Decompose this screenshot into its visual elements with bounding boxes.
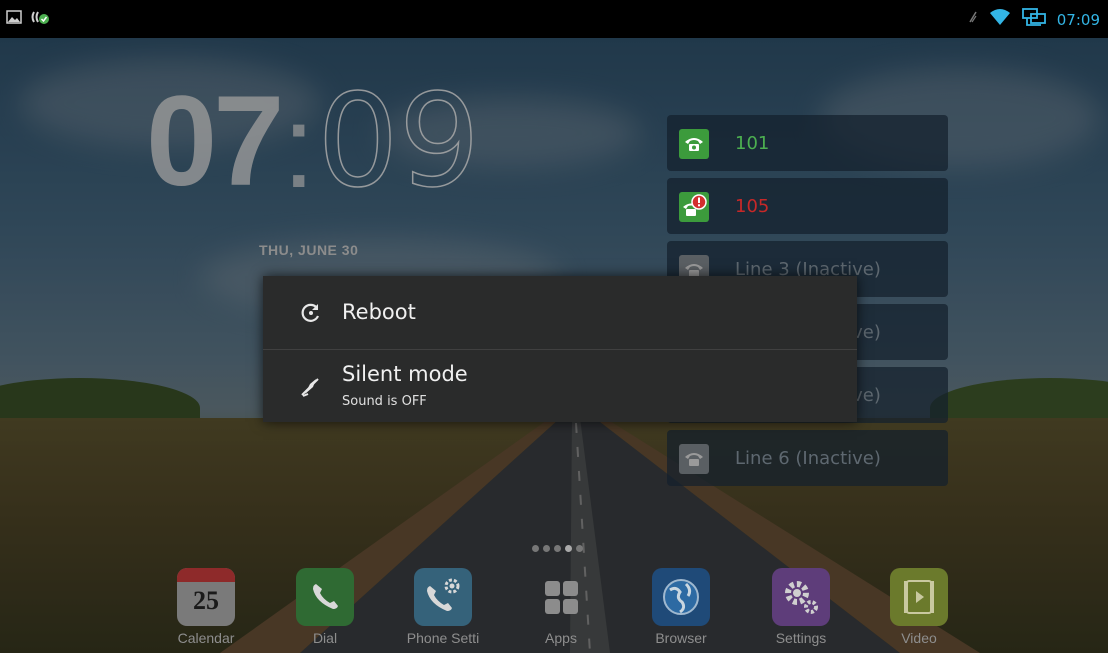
phone-line-error-icon [679, 192, 709, 222]
sound-off-icon [299, 374, 323, 398]
apps-grid-icon [532, 568, 590, 626]
calendar-icon: 25 [177, 568, 235, 626]
dock-app-browser[interactable]: Browser [631, 568, 731, 646]
reboot-label: Reboot [342, 300, 416, 324]
dock-app-calendar[interactable]: 25 Calendar [156, 568, 256, 646]
dock-app-video[interactable]: Video [869, 568, 969, 646]
line-item-2[interactable]: 105 [667, 178, 948, 234]
app-label: Phone Setti [406, 630, 480, 646]
app-label: Browser [655, 630, 707, 646]
page-dot[interactable] [532, 545, 539, 552]
phone-sync-icon[interactable] [30, 9, 50, 30]
app-label: Video [901, 630, 937, 646]
silent-mode-status: Sound is OFF [342, 394, 427, 409]
line-item-1[interactable]: 101 [667, 115, 948, 171]
page-indicator [532, 545, 583, 552]
gear-icon [772, 568, 830, 626]
line-item-6[interactable]: Line 6 (Inactive) [667, 430, 948, 486]
app-label: Apps [545, 630, 577, 646]
line-label: 101 [735, 133, 770, 154]
dock-app-apps[interactable]: Apps [511, 568, 611, 646]
wifi-icon [989, 8, 1011, 31]
page-dot[interactable] [543, 545, 550, 552]
clock-minutes: 09 [316, 67, 481, 216]
phone-line-icon [679, 129, 709, 159]
status-time: 07:09 [1056, 10, 1100, 29]
clock-widget[interactable]: 07 : 09 [146, 77, 481, 213]
dock-app-settings[interactable]: Settings [751, 568, 851, 646]
nfc-icon [967, 10, 979, 29]
phone-line-inactive-icon [679, 444, 709, 474]
dock-app-phone-settings[interactable]: Phone Setti [393, 568, 493, 646]
page-dot[interactable] [554, 545, 561, 552]
silent-mode-option[interactable]: Silent mode Sound is OFF [263, 350, 857, 422]
video-icon [890, 568, 948, 626]
clock-hours: 07 [146, 70, 284, 213]
page-dot-active[interactable] [565, 545, 572, 552]
ethernet-icon [1021, 7, 1047, 32]
calendar-day: 25 [193, 586, 219, 615]
line-label: 105 [735, 196, 770, 217]
clock-date: THU, JUNE 30 [259, 242, 359, 258]
page-dot[interactable] [576, 545, 583, 552]
app-dock: 25 Calendar Dial Phone Setti Apps Browse… [0, 558, 1108, 653]
dock-app-dial[interactable]: Dial [275, 568, 375, 646]
line-label: Line 6 (Inactive) [735, 448, 881, 469]
globe-icon [652, 568, 710, 626]
power-options-dialog: Reboot Silent mode Sound is OFF [263, 276, 857, 422]
status-bar: 07:09 [0, 0, 1108, 38]
phone-icon [296, 568, 354, 626]
reboot-option[interactable]: Reboot [263, 276, 857, 350]
clock-separator: : [282, 81, 316, 213]
reboot-icon [299, 301, 323, 325]
phone-settings-icon [414, 568, 472, 626]
app-label: Settings [775, 630, 827, 646]
image-notification-icon[interactable] [6, 9, 22, 30]
silent-mode-label: Silent mode [342, 362, 468, 386]
app-label: Calendar [177, 630, 235, 646]
app-label: Dial [312, 630, 338, 646]
